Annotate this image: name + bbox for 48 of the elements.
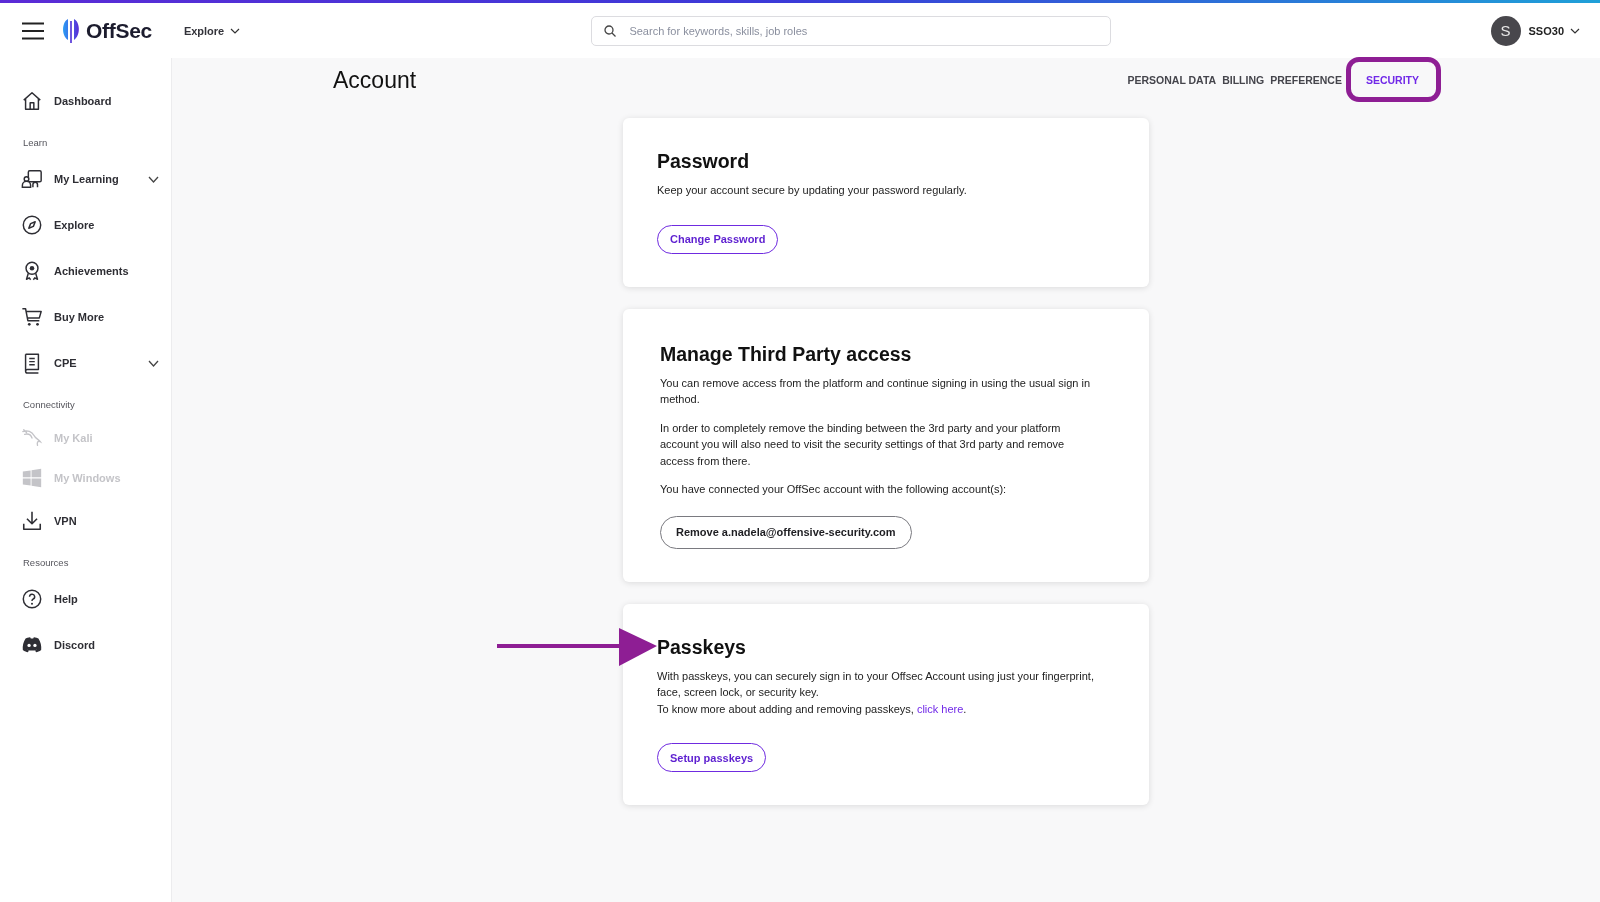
cart-icon	[21, 306, 43, 328]
tab[interactable]: SECURITY	[1365, 70, 1419, 90]
search-field[interactable]: Search for keywords, skills, job roles	[591, 15, 1112, 46]
action-button[interactable]: Setup passkeys	[657, 743, 767, 772]
sidebar-item[interactable]: VPN	[0, 498, 171, 544]
chevron-icon	[148, 359, 159, 367]
search-icon	[604, 24, 617, 37]
card-title: Passkeys	[657, 635, 747, 659]
sidebar-item[interactable]: My Learning	[0, 156, 171, 202]
logo-icon	[60, 17, 82, 44]
section-heading: Connectivity	[22, 398, 76, 412]
windows-icon	[21, 467, 43, 489]
sidebar-item[interactable]: Discord	[0, 622, 171, 668]
logo-text: OffSec	[86, 18, 152, 43]
tab[interactable]: BILLING	[1222, 70, 1265, 90]
action-button[interactable]: Change Password	[657, 224, 779, 254]
sidebar-item[interactable]: Help	[0, 576, 171, 622]
learning-icon	[21, 168, 43, 190]
chevron-icon	[1570, 27, 1580, 34]
download-icon	[21, 510, 43, 532]
help-icon	[21, 588, 43, 610]
card-title: Manage Third Party access	[660, 342, 913, 366]
compass-icon	[21, 214, 43, 236]
card-text: You have connected your OffSec account with the following account(s):	[660, 482, 1008, 497]
card-title: Password	[657, 150, 751, 173]
sidebar-item[interactable]: Achievements	[0, 248, 171, 294]
chevron-icon	[230, 27, 241, 34]
user-menu[interactable]: S SSO30	[1490, 15, 1580, 46]
tab[interactable]: PERSONAL DATA	[1127, 70, 1217, 90]
tab[interactable]: PREFERENCE	[1270, 70, 1342, 90]
sidebar-item[interactable]: Buy More	[0, 294, 171, 340]
remove-account-button[interactable]: Remove a.nadela@offensive-security.com	[660, 515, 912, 549]
section-heading: Resources	[22, 556, 70, 570]
sidebar-item[interactable]: Dashboard	[0, 78, 171, 124]
card-text: In order to completely remove the binding between the 3rd party and your platform account you will also need to visit the security settings of that 3rd party and remove access from there.	[660, 420, 1066, 469]
section-heading: Learn	[22, 136, 49, 150]
menu-icon[interactable]	[22, 21, 44, 40]
home-icon	[21, 90, 43, 112]
card-text: With passkeys, you can securely sign in to your Offsec Account using just your fingerprint, face, screen lock, or security key.	[657, 668, 1095, 700]
card-text: You can remove access from the platform and continue signing in using the usual sign in method.	[660, 375, 1092, 407]
explore-menu[interactable]: Explore	[183, 24, 241, 37]
sidebar-item[interactable]: Explore	[0, 202, 171, 248]
chevron-icon	[148, 175, 159, 183]
page-title: Account	[333, 66, 417, 94]
card-text: To know more about adding and removing passkeys, click here.	[657, 701, 968, 717]
card-text: Keep your account secure by updating your password regularly.	[657, 183, 968, 198]
sidebar-item[interactable]: CPE	[0, 340, 171, 386]
dragon-icon	[21, 427, 43, 449]
